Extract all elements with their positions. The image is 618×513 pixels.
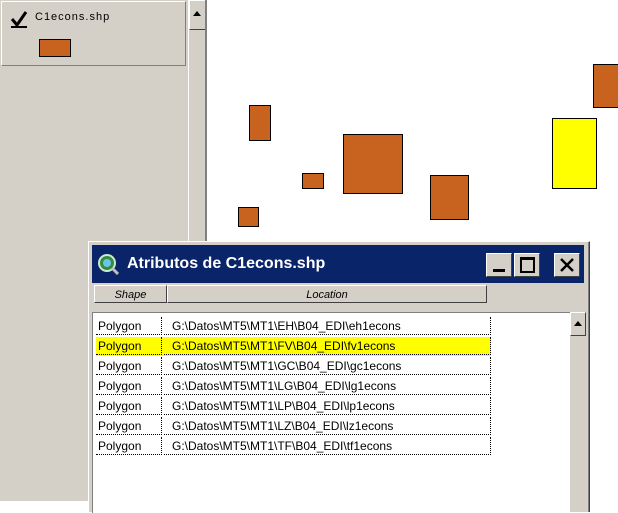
attribute-table-body: Polygon G:\Datos\MT5\MT1\EH\B04_EDI\eh1e… [92, 312, 570, 513]
table-header: Shape Location [92, 285, 584, 305]
cell-location: G:\Datos\MT5\MT1\LP\B04_EDI\lp1econs [164, 397, 491, 415]
table-row[interactable]: Polygon G:\Datos\MT5\MT1\TF\B04_EDI\tf1e… [96, 437, 491, 456]
map-polygon-selected[interactable] [552, 118, 597, 189]
cell-location: G:\Datos\MT5\MT1\FV\B04_EDI\fv1econs [164, 337, 491, 355]
table-row[interactable]: Polygon G:\Datos\MT5\MT1\LG\B04_EDI\lg1e… [96, 377, 491, 396]
cell-shape: Polygon [96, 377, 162, 395]
map-polygon[interactable] [238, 207, 259, 227]
maximize-icon [520, 257, 535, 273]
scroll-up-button[interactable] [570, 312, 586, 336]
cell-shape: Polygon [96, 357, 162, 375]
window-title: Atributos de C1econs.shp [127, 255, 326, 272]
arrow-up-icon [574, 321, 582, 326]
cell-shape: Polygon [96, 317, 162, 335]
minimize-icon [493, 269, 505, 272]
cell-location: G:\Datos\MT5\MT1\TF\B04_EDI\tf1econs [164, 437, 491, 455]
maximize-button[interactable] [514, 253, 540, 277]
scroll-up-button[interactable] [189, 0, 206, 30]
arrow-up-icon [193, 11, 201, 16]
layer-visibility-checkbox[interactable] [10, 10, 28, 28]
layer-entry[interactable]: C1econs.shp [1, 1, 186, 66]
map-polygon[interactable] [249, 105, 271, 141]
layer-name: C1econs.shp [35, 11, 111, 23]
cell-shape: Polygon [96, 337, 162, 355]
cell-location: G:\Datos\MT5\MT1\LZ\B04_EDI\lz1econs [164, 417, 491, 435]
table-row[interactable]: Polygon G:\Datos\MT5\MT1\LZ\B04_EDI\lz1e… [96, 417, 491, 436]
globe-magnifier-icon [98, 254, 119, 275]
table-scrollbar[interactable] [570, 312, 586, 512]
cell-shape: Polygon [96, 397, 162, 415]
table-row[interactable]: Polygon G:\Datos\MT5\MT1\LP\B04_EDI\lp1e… [96, 397, 491, 416]
cell-location: G:\Datos\MT5\MT1\EH\B04_EDI\eh1econs [164, 317, 491, 335]
table-row[interactable]: Polygon G:\Datos\MT5\MT1\EH\B04_EDI\eh1e… [96, 317, 491, 336]
cell-shape: Polygon [96, 437, 162, 455]
map-polygon[interactable] [430, 175, 469, 220]
layer-symbol-swatch[interactable] [39, 39, 71, 57]
map-polygon[interactable] [302, 173, 324, 189]
cell-location: G:\Datos\MT5\MT1\GC\B04_EDI\gc1econs [164, 357, 491, 375]
map-polygon[interactable] [593, 64, 618, 108]
attributes-window: Atributos de C1econs.shp Shape Location … [88, 241, 590, 513]
window-titlebar[interactable]: Atributos de C1econs.shp [92, 245, 584, 283]
cell-shape: Polygon [96, 417, 162, 435]
table-row[interactable]: Polygon G:\Datos\MT5\MT1\GC\B04_EDI\gc1e… [96, 357, 491, 376]
close-button[interactable] [554, 253, 580, 277]
minimize-button[interactable] [486, 253, 512, 277]
table-row-selected[interactable]: Polygon G:\Datos\MT5\MT1\FV\B04_EDI\fv1e… [96, 337, 491, 356]
column-header-shape[interactable]: Shape [94, 285, 167, 303]
close-icon [560, 258, 574, 272]
map-polygon[interactable] [343, 134, 403, 194]
cell-location: G:\Datos\MT5\MT1\LG\B04_EDI\lg1econs [164, 377, 491, 395]
column-header-location[interactable]: Location [167, 285, 487, 303]
